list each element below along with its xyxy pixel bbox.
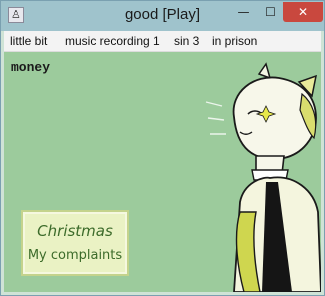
choice-menu: Christmas My complaints — [21, 210, 129, 276]
game-window: ♙ good [Play] — ☐ ✕ little bit music rec… — [0, 0, 325, 296]
menu-item-in-prison[interactable]: in prison — [212, 33, 257, 49]
ear-left — [257, 62, 272, 80]
app-icon[interactable]: ♙ — [8, 7, 24, 23]
menu-bar: little bit music recording 1 sin 3 in pr… — [4, 31, 321, 52]
menu-item-little-bit[interactable]: little bit — [10, 33, 47, 49]
close-button[interactable]: ✕ — [283, 2, 323, 22]
minimize-button[interactable]: — — [231, 2, 256, 22]
cat-character-portrait-icon — [205, 62, 321, 292]
menu-item-sin-3[interactable]: sin 3 — [174, 33, 199, 49]
menu-item-music-recording-1[interactable]: music recording 1 — [65, 33, 160, 49]
motion-lines — [205, 101, 226, 135]
choice-my-complaints[interactable]: My complaints — [23, 248, 127, 263]
app-icon-glyph: ♙ — [11, 8, 21, 21]
title-bar[interactable]: ♙ good [Play] — ☐ ✕ — [1, 1, 324, 31]
choice-christmas[interactable]: Christmas — [23, 222, 127, 240]
money-label: money — [11, 60, 51, 75]
maximize-button[interactable]: ☐ — [258, 2, 283, 22]
game-stage[interactable]: money Christmas My complaints — [4, 52, 321, 292]
